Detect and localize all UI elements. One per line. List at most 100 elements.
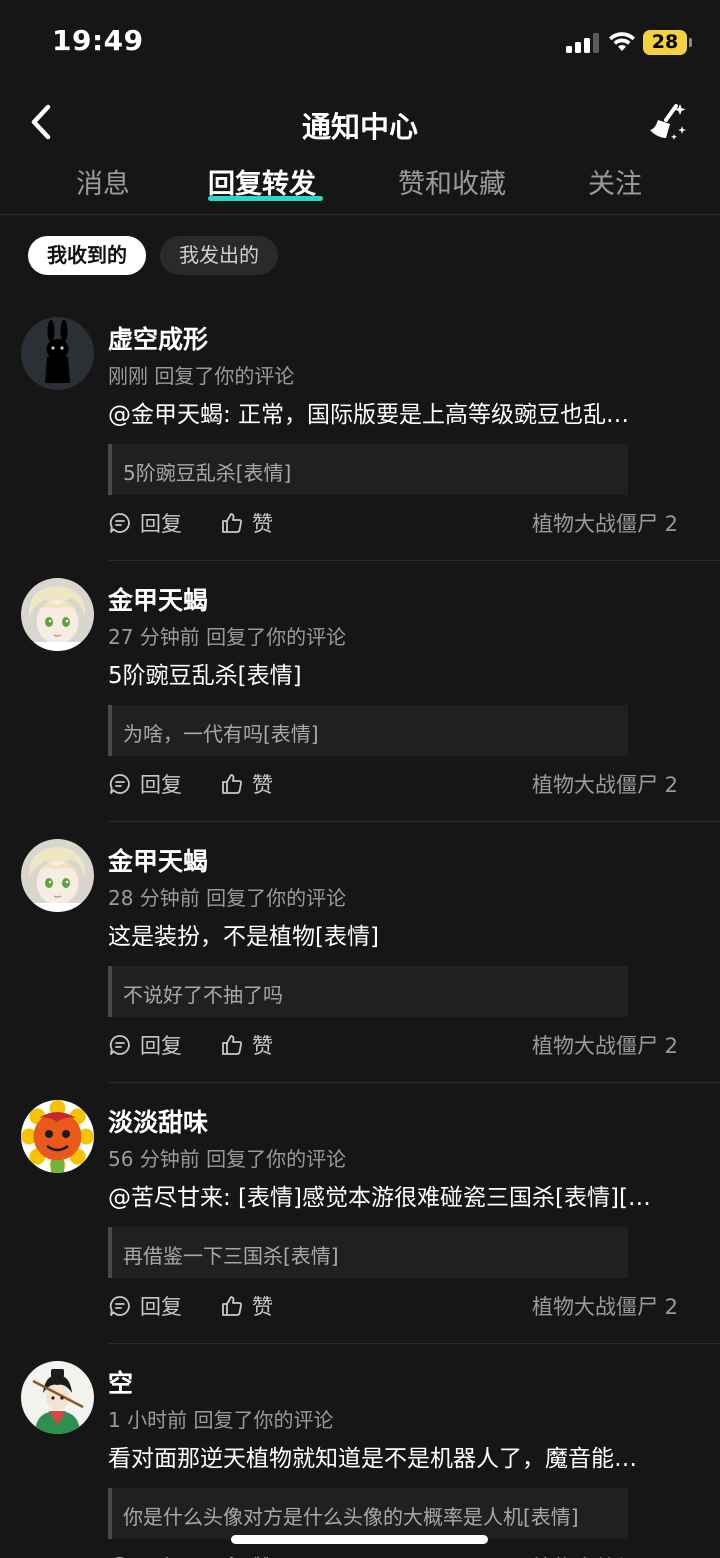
action-row: 回复 赞 植物大战僵尸 2 xyxy=(108,1030,678,1060)
notification-meta: 56 分钟前 回复了你的评论 xyxy=(108,1143,346,1172)
action-row: 回复 赞 植物大战僵尸 2 xyxy=(108,1552,678,1558)
notification-meta: 1 小时前 回复了你的评论 xyxy=(108,1404,333,1433)
avatar[interactable] xyxy=(21,1361,94,1434)
notification-item[interactable]: 金甲天蝎 27 分钟前 回复了你的评论 5阶豌豆乱杀[表情] 为啥，一代有吗[表情] 回… xyxy=(0,561,720,822)
home-indicator xyxy=(231,1535,488,1544)
user-name[interactable]: 虚空成形 xyxy=(108,320,208,356)
like-button[interactable]: 赞 xyxy=(220,769,273,799)
thumbs-up-icon xyxy=(222,1035,242,1055)
wifi-icon xyxy=(609,32,635,51)
reply-text[interactable]: 看对面那逆天植物就知道是不是机器人了，魔音能… xyxy=(108,1439,688,1473)
page-title: 通知中心 xyxy=(301,110,418,144)
filter-received-chip[interactable]: 我收到的 xyxy=(28,236,146,275)
notification-time: 56 分钟前 xyxy=(108,1147,200,1171)
notification-action: 回复了你的评论 xyxy=(206,1147,347,1171)
tab-follows[interactable]: 关注 xyxy=(588,162,642,201)
thumbs-up-icon xyxy=(222,1296,242,1316)
notification-time: 28 分钟前 xyxy=(108,886,200,910)
comment-icon xyxy=(109,513,130,533)
avatar[interactable] xyxy=(21,317,94,390)
nav-header: 通知中心 xyxy=(0,86,720,160)
like-label: 赞 xyxy=(252,1295,273,1319)
action-row: 回复 赞 植物大战僵尸 2 xyxy=(108,508,678,538)
reply-text[interactable]: @苦尽甘来: [表情]感觉本游很难碰瓷三国杀[表情][… xyxy=(108,1178,688,1212)
like-button[interactable]: 赞 xyxy=(220,1030,273,1060)
quoted-comment-text: 你是什么头像对方是什么头像的大概率是人机[表情] xyxy=(123,1505,579,1529)
tab-bar: 消息 回复转发 赞和收藏 关注 xyxy=(0,162,720,214)
status-bar: 19:49 28 xyxy=(0,0,720,86)
reply-button[interactable]: 回复 xyxy=(108,1291,182,1321)
like-label: 赞 xyxy=(252,512,273,536)
notification-meta: 刚刚 回复了你的评论 xyxy=(108,360,294,389)
reply-text[interactable]: @金甲天蝎: 正常，国际版要是上高等级豌豆也乱… xyxy=(108,395,688,429)
quoted-comment[interactable]: 不说好了不抽了吗 xyxy=(108,966,628,1017)
reply-label: 回复 xyxy=(140,1552,182,1558)
notification-action: 回复了你的评论 xyxy=(206,886,347,910)
quoted-comment[interactable]: 再借鉴一下三国杀[表情] xyxy=(108,1227,628,1278)
tabs-divider xyxy=(0,214,720,215)
notification-meta: 28 分钟前 回复了你的评论 xyxy=(108,882,346,911)
avatar[interactable] xyxy=(21,839,94,912)
battery-nub xyxy=(689,38,692,47)
quoted-comment[interactable]: 为啥，一代有吗[表情] xyxy=(108,705,628,756)
notification-time: 1 小时前 xyxy=(108,1408,188,1432)
reply-text[interactable]: 5阶豌豆乱杀[表情] xyxy=(108,656,688,690)
active-tab-indicator xyxy=(208,196,323,201)
avatar[interactable] xyxy=(21,578,94,651)
like-label: 赞 xyxy=(252,773,273,797)
notification-item[interactable]: 空 1 小时前 回复了你的评论看对面那逆天植物就知道是不是机器人了，魔音能… 你是什… xyxy=(0,1344,720,1558)
reply-button[interactable]: 回复 xyxy=(108,1030,182,1060)
reply-button[interactable]: 回复 xyxy=(108,769,182,799)
reply-label: 回复 xyxy=(140,1295,182,1319)
notification-meta: 27 分钟前 回复了你的评论 xyxy=(108,621,346,650)
action-row: 回复 赞 植物大战僵尸 2 xyxy=(108,1291,678,1321)
notification-action: 回复了你的评论 xyxy=(206,625,347,649)
thumbs-up-icon xyxy=(222,774,242,794)
thumbs-up-icon xyxy=(222,513,242,533)
quoted-comment-text: 为啥，一代有吗[表情] xyxy=(123,722,319,746)
like-button[interactable]: 赞 xyxy=(220,508,273,538)
cellular-signal-icon xyxy=(566,33,600,53)
status-time: 19:49 xyxy=(52,24,144,57)
notification-time: 27 分钟前 xyxy=(108,625,200,649)
reply-text[interactable]: 这是装扮，不是植物[表情] xyxy=(108,917,688,951)
battery-indicator: 28 xyxy=(643,30,687,55)
filter-sent-chip[interactable]: 我发出的 xyxy=(160,236,278,275)
quoted-comment-text: 再借鉴一下三国杀[表情] xyxy=(123,1244,339,1268)
source-link[interactable]: 植物大战僵尸 2 xyxy=(532,1291,678,1321)
notification-item[interactable]: 虚空成形刚刚 回复了你的评论 @金甲天蝎: 正常，国际版要是上高等级豌豆也乱… 5阶… xyxy=(0,300,720,561)
comment-icon xyxy=(109,1035,130,1055)
tab-likes-favorites[interactable]: 赞和收藏 xyxy=(398,162,506,201)
reply-label: 回复 xyxy=(140,512,182,536)
comment-icon xyxy=(109,774,130,794)
user-name[interactable]: 金甲天蝎 xyxy=(108,842,208,878)
comment-icon xyxy=(109,1296,130,1316)
tab-messages[interactable]: 消息 xyxy=(76,162,130,201)
notification-time: 刚刚 xyxy=(108,364,148,388)
user-name[interactable]: 空 xyxy=(108,1364,133,1400)
quoted-comment[interactable]: 5阶豌豆乱杀[表情] xyxy=(108,444,628,495)
reply-label: 回复 xyxy=(140,773,182,797)
source-link[interactable]: 植物大战僵尸 2 xyxy=(532,508,678,538)
like-button[interactable]: 赞 xyxy=(220,1552,273,1558)
avatar[interactable] xyxy=(21,1100,94,1173)
like-label: 赞 xyxy=(252,1552,273,1558)
like-button[interactable]: 赞 xyxy=(220,1291,273,1321)
notification-item[interactable]: 金甲天蝎 28 分钟前 回复了你的评论 这是装扮，不是植物[表情] 不说好了不抽了吗回… xyxy=(0,822,720,1083)
notification-item[interactable]: 淡淡甜味 56 分钟前 回复了你的评论 @苦尽甘来: [表情]感觉本游很难碰瓷三国杀… xyxy=(0,1083,720,1344)
like-label: 赞 xyxy=(252,1034,273,1058)
reply-label: 回复 xyxy=(140,1034,182,1058)
user-name[interactable]: 金甲天蝎 xyxy=(108,581,208,617)
reply-button[interactable]: 回复 xyxy=(108,508,182,538)
action-row: 回复 赞 植物大战僵尸 2 xyxy=(108,769,678,799)
quoted-comment[interactable]: 你是什么头像对方是什么头像的大概率是人机[表情] xyxy=(108,1488,628,1539)
user-name[interactable]: 淡淡甜味 xyxy=(108,1103,208,1139)
reply-button[interactable]: 回复 xyxy=(108,1552,182,1558)
quoted-comment-text: 不说好了不抽了吗 xyxy=(123,983,283,1007)
broom-clean-icon[interactable] xyxy=(646,100,690,144)
notification-action: 回复了你的评论 xyxy=(193,1408,334,1432)
quoted-comment-text: 5阶豌豆乱杀[表情] xyxy=(123,461,292,485)
source-link[interactable]: 植物大战僵尸 2 xyxy=(532,769,678,799)
source-link[interactable]: 植物大战僵尸 2 xyxy=(532,1552,678,1558)
source-link[interactable]: 植物大战僵尸 2 xyxy=(532,1030,678,1060)
